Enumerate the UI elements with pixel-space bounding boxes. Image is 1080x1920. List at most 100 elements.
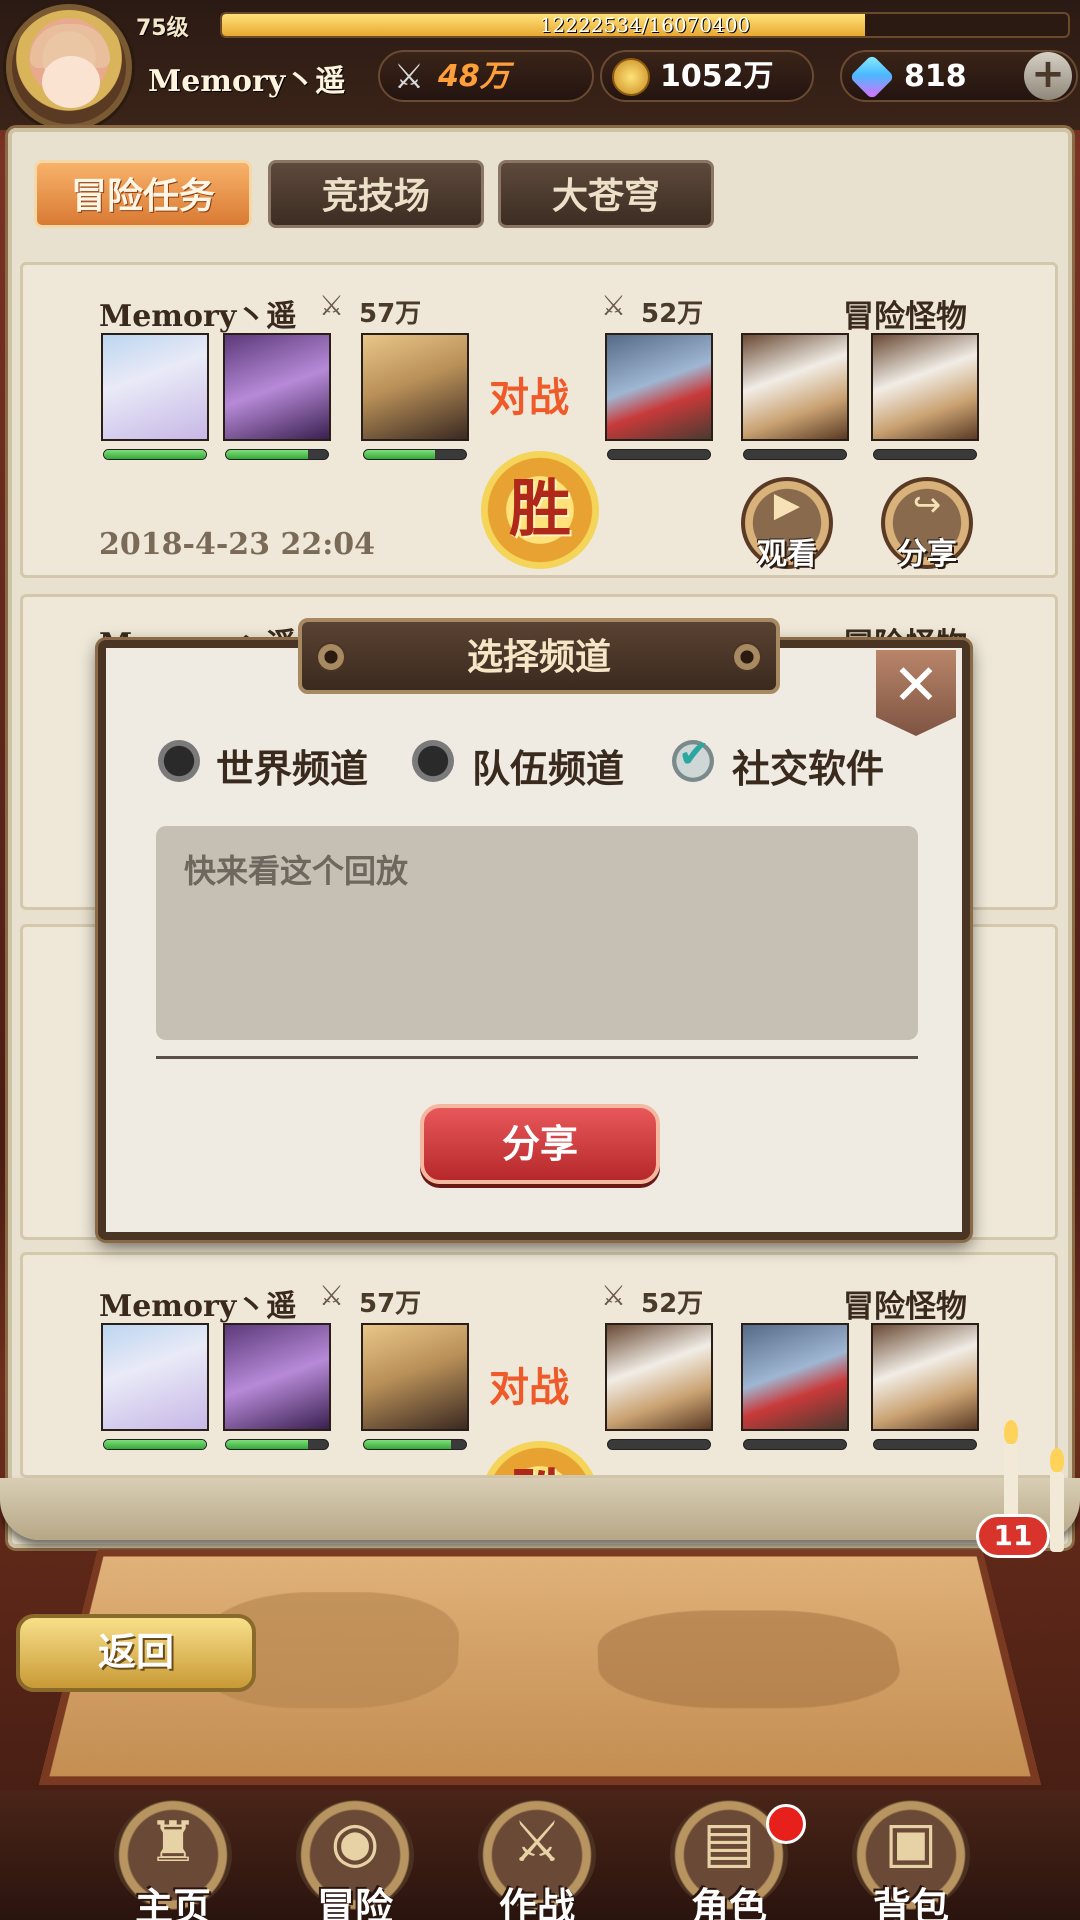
enemy-hp-bar xyxy=(743,449,847,460)
record-enemy-label: 冒险怪物 xyxy=(843,299,967,335)
team-channel-label[interactable]: 队伍频道 xyxy=(472,738,624,793)
record-enemy-power: 52万 xyxy=(641,1289,704,1319)
candle-flame-icon xyxy=(1004,1420,1018,1444)
crossed-swords-icon: ⚔ xyxy=(393,57,425,97)
checkmark-icon: ✔ xyxy=(678,732,710,776)
record-player-name: Memory丶遥 xyxy=(99,1289,297,1324)
nav-adventure-label: 冒险 xyxy=(316,1884,393,1920)
enemy-portrait[interactable] xyxy=(605,333,713,441)
nav-battle-label: 作战 xyxy=(498,1884,575,1920)
nav-character-label: 角色 xyxy=(690,1884,767,1920)
dialog-divider xyxy=(156,1056,918,1059)
add-gems-button[interactable]: + xyxy=(1024,52,1072,100)
world-channel-radio[interactable] xyxy=(158,740,200,782)
share-replay-button[interactable]: ↪ 分享 xyxy=(881,477,973,572)
nav-home-label: 主页 xyxy=(134,1884,211,1920)
crossed-swords-icon: ⚔ xyxy=(319,289,345,322)
nav-adventure[interactable]: ◉ 冒险 xyxy=(280,1800,430,1920)
share-message-input[interactable]: 快来看这个回放 xyxy=(156,826,918,1040)
hp-fill xyxy=(104,1440,206,1449)
map-terrain xyxy=(596,1610,908,1709)
bag-icon: ▣ xyxy=(884,1810,938,1875)
hero-hp-bar xyxy=(103,1439,207,1450)
hero-portrait[interactable] xyxy=(101,1323,209,1431)
character-notification-dot xyxy=(766,1804,806,1844)
versus-label: 对战 xyxy=(489,1364,569,1411)
play-icon: ▶ xyxy=(773,485,801,525)
dialog-title: 选择频道 xyxy=(466,636,611,678)
hero-portrait[interactable] xyxy=(223,1323,331,1431)
chat-notification-badge[interactable]: 11 xyxy=(976,1514,1050,1558)
gold-value: 1052万 xyxy=(660,59,774,94)
enemy-portrait[interactable] xyxy=(871,333,979,441)
record-enemy-label: 冒险怪物 xyxy=(843,1289,967,1325)
nav-bag-label: 背包 xyxy=(872,1884,949,1920)
player-name: Memory丶遥 xyxy=(148,64,346,99)
victory-badge: 胜 xyxy=(481,451,599,569)
crossed-swords-icon: ⚔ xyxy=(601,289,627,322)
hero-hp-bar xyxy=(103,449,207,460)
versus-label: 对战 xyxy=(489,374,569,421)
hero-portrait[interactable] xyxy=(101,333,209,441)
hero-hp-bar xyxy=(363,449,467,460)
dialog-title-bar: 选择频道 xyxy=(298,618,780,694)
close-icon: ✕ xyxy=(892,653,940,718)
team-channel-radio[interactable] xyxy=(412,740,454,782)
world-channel-label[interactable]: 世界频道 xyxy=(216,738,368,793)
player-avatar[interactable] xyxy=(6,4,132,130)
exp-text: 12222534/16070400 xyxy=(539,13,751,37)
hp-fill xyxy=(226,450,308,459)
share-button[interactable]: 分享 xyxy=(420,1104,660,1184)
social-app-radio[interactable]: ✔ xyxy=(672,732,714,782)
hero-portrait[interactable] xyxy=(361,333,469,441)
candle-icon xyxy=(1050,1472,1064,1552)
battle-record-card: Memory丶遥 ⚔ 57万 ⚔ 52万 冒险怪物 对战 胜 xyxy=(20,1252,1058,1478)
share-replay-label: 分享 xyxy=(897,537,957,572)
exp-bar: 12222534/16070400 xyxy=(220,12,1070,38)
combat-power-pill: ⚔ 48万 xyxy=(378,50,594,102)
record-player-power: 57万 xyxy=(359,1289,422,1319)
gem-icon xyxy=(849,54,895,100)
hero-portrait[interactable] xyxy=(361,1323,469,1431)
candle-flame-icon xyxy=(1050,1448,1064,1472)
plus-icon: + xyxy=(1031,51,1065,97)
hero-hp-bar xyxy=(225,1439,329,1450)
enemy-portrait[interactable] xyxy=(741,1323,849,1431)
tab-great-sky[interactable]: 大苍穹 xyxy=(498,160,714,228)
enemy-hp-bar xyxy=(607,449,711,460)
enemy-portrait[interactable] xyxy=(741,333,849,441)
nav-home[interactable]: ♜ 主页 xyxy=(98,1800,248,1920)
avatar-face xyxy=(42,56,100,108)
watch-replay-label: 观看 xyxy=(757,537,817,572)
hero-hp-bar xyxy=(225,449,329,460)
enemy-hp-bar xyxy=(743,1439,847,1450)
portal-icon: ◉ xyxy=(330,1810,380,1875)
nav-battle[interactable]: ⚔ 作战 xyxy=(462,1800,612,1920)
gold-coin-icon xyxy=(612,58,650,96)
crossed-swords-icon: ⚔ xyxy=(319,1279,345,1312)
sword-icon: ⚔ xyxy=(511,1810,563,1875)
back-button[interactable]: 返回 xyxy=(16,1614,256,1692)
nav-bag[interactable]: ▣ 背包 xyxy=(836,1800,986,1920)
record-player-power: 57万 xyxy=(359,299,422,329)
crossed-swords-icon: ⚔ xyxy=(601,1279,627,1312)
watch-replay-button[interactable]: ▶ 观看 xyxy=(741,477,833,572)
record-date: 2018-4-23 22:04 xyxy=(99,527,376,562)
enemy-portrait[interactable] xyxy=(871,1323,979,1431)
tab-arena[interactable]: 竞技场 xyxy=(268,160,484,228)
hp-fill xyxy=(104,450,206,459)
enemy-portrait[interactable] xyxy=(605,1323,713,1431)
record-enemy-power: 52万 xyxy=(641,299,704,329)
hp-fill xyxy=(364,450,436,459)
share-arrow-icon: ↪ xyxy=(912,485,942,525)
social-app-label[interactable]: 社交软件 xyxy=(732,738,884,793)
victory-badge: 胜 xyxy=(481,1441,599,1475)
hero-portrait[interactable] xyxy=(223,333,331,441)
enemy-hp-bar xyxy=(607,1439,711,1450)
player-level: 75级 xyxy=(136,16,189,41)
tab-adventure-missions[interactable]: 冒险任务 xyxy=(34,160,252,228)
panel-scroll-edge xyxy=(0,1478,1080,1540)
share-message-text: 快来看这个回放 xyxy=(184,852,409,890)
record-player-name: Memory丶遥 xyxy=(99,299,297,334)
gold-pill: 1052万 xyxy=(600,50,814,102)
